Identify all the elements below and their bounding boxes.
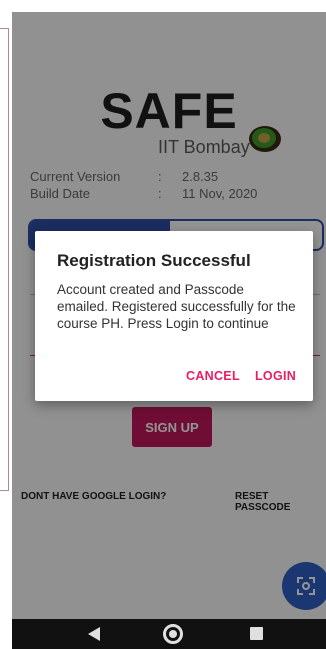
system-nav-bar — [12, 619, 326, 649]
recents-icon[interactable] — [250, 627, 263, 640]
registration-dialog: Registration Successful Account created … — [35, 231, 313, 401]
left-margin — [0, 0, 12, 649]
home-icon[interactable] — [163, 624, 183, 644]
left-border-line — [8, 28, 9, 490]
back-icon[interactable] — [88, 627, 100, 641]
dialog-message: Account created and Passcode emailed. Re… — [57, 282, 296, 331]
login-button[interactable]: LOGIN — [255, 369, 296, 383]
left-border-bottom — [0, 490, 9, 491]
app-screen: SAFE IIT Bombay Current Version:2.8.35 B… — [12, 12, 326, 619]
dialog-title: Registration Successful — [57, 251, 251, 270]
left-border-top — [0, 28, 9, 29]
home-icon-dot — [169, 630, 177, 638]
cancel-button[interactable]: CANCEL — [186, 369, 240, 383]
